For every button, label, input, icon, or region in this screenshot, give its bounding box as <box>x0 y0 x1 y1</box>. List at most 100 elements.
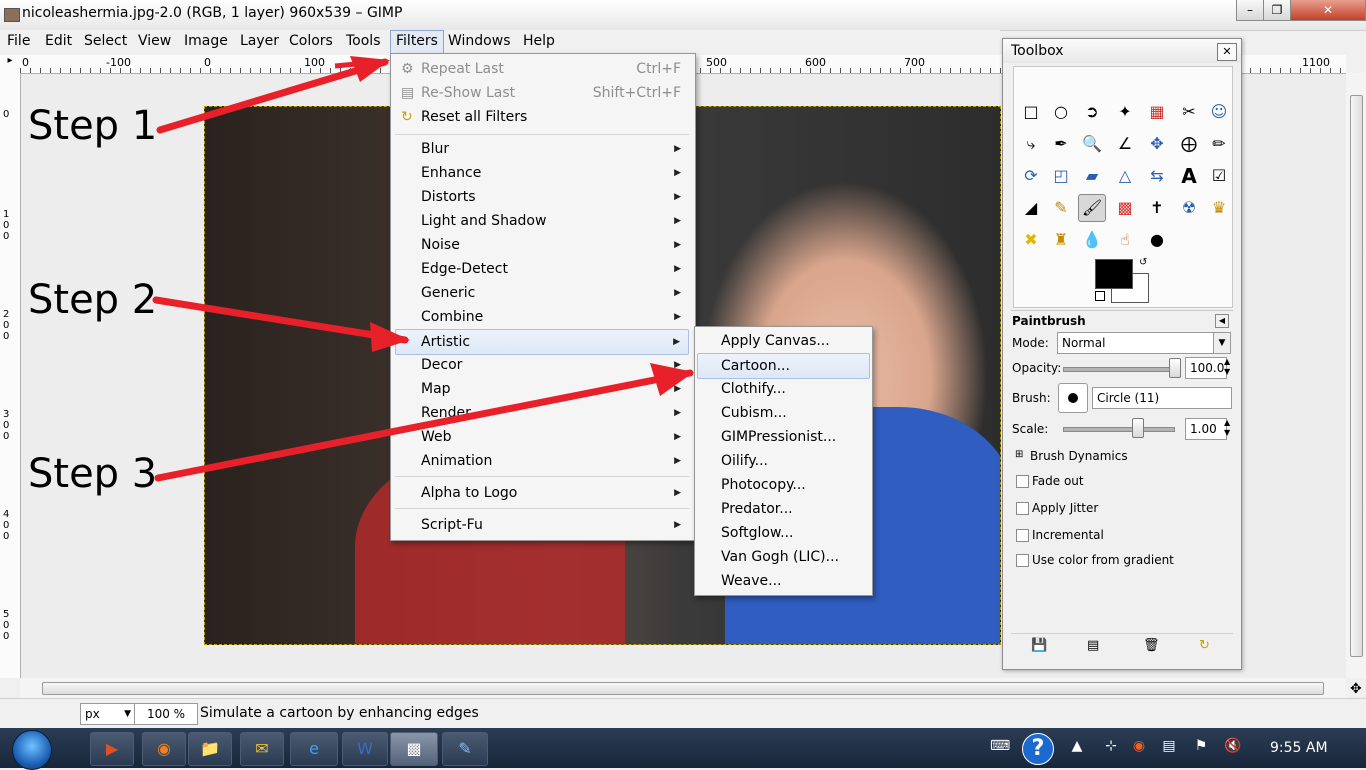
folder-icon[interactable]: ✉ <box>240 732 284 766</box>
menu-edit[interactable]: Edit <box>40 30 77 52</box>
menu-item-oilify[interactable]: Oilify... <box>697 449 870 473</box>
menu-item-apply-canvas[interactable]: Apply Canvas... <box>697 329 870 353</box>
heal-icon[interactable]: ✖ <box>1018 227 1044 253</box>
restore-options-icon[interactable]: ▤ <box>1087 638 1099 653</box>
menu-item-edge-detect[interactable]: Edge-Detect ▶ <box>395 257 689 281</box>
spin-arrows-icon[interactable]: ▲ ▼ <box>1224 418 1230 438</box>
smudge-icon[interactable]: ☝ <box>1112 227 1138 253</box>
measure-icon[interactable]: ∠ <box>1112 131 1138 157</box>
start-button[interactable] <box>12 730 52 770</box>
menu-item-alpha-to-logo[interactable]: Alpha to Logo ▶ <box>395 481 689 505</box>
menu-image[interactable]: Image <box>179 30 233 52</box>
menu-layer[interactable]: Layer <box>235 30 284 52</box>
default-colors-icon[interactable] <box>1095 291 1105 301</box>
menu-item-render[interactable]: Render ▶ <box>395 401 689 425</box>
menu-select[interactable]: Select <box>79 30 132 52</box>
menu-item-blur[interactable]: Blur ▶ <box>395 137 689 161</box>
explorer-icon[interactable]: 📁 <box>188 732 232 766</box>
menu-item-animation[interactable]: Animation ▶ <box>395 449 689 473</box>
menu-help[interactable]: Help <box>518 30 560 52</box>
menu-item-predator[interactable]: Predator... <box>697 497 870 521</box>
mode-select[interactable]: Normal ▼ <box>1057 332 1231 354</box>
minimize-button[interactable]: – <box>1236 0 1264 21</box>
media-player-icon[interactable]: ▶ <box>90 732 134 766</box>
rotate-icon[interactable]: ⟳ <box>1018 163 1044 189</box>
horizontal-scroll-thumb[interactable] <box>42 682 1324 695</box>
menu-tools[interactable]: Tools <box>341 30 386 52</box>
menu-item-weave[interactable]: Weave... <box>697 569 870 593</box>
foreground-select-icon[interactable]: ☺ <box>1206 99 1232 125</box>
opacity-slider-track[interactable] <box>1063 367 1175 372</box>
menu-item-photocopy[interactable]: Photocopy... <box>697 473 870 497</box>
clock[interactable]: 9:55 AM <box>1270 740 1328 756</box>
menu-item-map[interactable]: Map ▶ <box>395 377 689 401</box>
scale-icon[interactable]: ◰ <box>1048 163 1074 189</box>
menu-item-clothify[interactable]: Clothify... <box>697 377 870 401</box>
bucket-fill-icon[interactable]: ☑ <box>1206 163 1232 189</box>
close-button[interactable]: ✕ <box>1290 0 1366 21</box>
menu-item-noise[interactable]: Noise ▶ <box>395 233 689 257</box>
vertical-scroll-thumb[interactable] <box>1350 95 1363 657</box>
menu-item-van-gogh[interactable]: Van Gogh (LIC)... <box>697 545 870 569</box>
menu-filters[interactable]: Filters <box>390 30 444 54</box>
menu-item-gimpressionist[interactable]: GIMPressionist... <box>697 425 870 449</box>
spin-arrows-icon[interactable]: ▲ ▼ <box>1224 357 1230 377</box>
incremental-checkbox[interactable] <box>1016 529 1029 542</box>
pencil-icon[interactable]: ✎ <box>1048 195 1074 221</box>
text-icon[interactable]: A <box>1176 163 1202 189</box>
horizontal-scrollbar[interactable] <box>20 678 1346 698</box>
scissors-icon[interactable]: ✂ <box>1176 99 1202 125</box>
menu-item-repeat-last[interactable]: ⚙ Repeat Last Ctrl+F <box>395 57 689 81</box>
paint-icon[interactable]: ✎ <box>442 732 488 766</box>
delete-options-icon[interactable]: 🗑 <box>1143 638 1160 653</box>
unit-select[interactable]: px ▼ <box>80 703 136 725</box>
clone-icon[interactable]: ♛ <box>1206 195 1232 221</box>
align-icon[interactable]: ⨁ <box>1176 131 1202 157</box>
free-select-icon[interactable]: ➲ <box>1079 99 1105 125</box>
firefox-icon[interactable]: ◉ <box>142 732 186 766</box>
device-icon[interactable]: ▤ <box>1160 738 1178 756</box>
eraser-icon[interactable]: ▩ <box>1112 195 1138 221</box>
expander-icon[interactable]: ⊞ <box>1015 449 1023 460</box>
foreground-color-swatch[interactable] <box>1095 259 1133 289</box>
close-icon[interactable]: ✕ <box>1217 43 1237 61</box>
perspective-icon[interactable]: △ <box>1112 163 1138 189</box>
menu-windows[interactable]: Windows <box>443 30 516 52</box>
menu-colors[interactable]: Colors <box>284 30 338 52</box>
airbrush-icon[interactable]: ✝ <box>1144 195 1170 221</box>
brush-preview[interactable] <box>1058 383 1088 413</box>
reset-options-icon[interactable]: ↻ <box>1199 638 1210 653</box>
fuzzy-select-icon[interactable]: ✦ <box>1112 99 1138 125</box>
menu-item-reset-all-filters[interactable]: ↻ Reset all Filters <box>395 105 689 129</box>
network-icon[interactable]: ⊹ <box>1102 738 1120 756</box>
scale-slider-track[interactable] <box>1063 427 1175 432</box>
scale-input[interactable]: 1.00 <box>1185 418 1227 440</box>
crop-icon[interactable]: ✏ <box>1206 131 1232 157</box>
vertical-scrollbar[interactable] <box>1346 73 1366 678</box>
menu-item-web[interactable]: Web ▶ <box>395 425 689 449</box>
rect-select-icon[interactable]: □ <box>1018 99 1044 125</box>
zoom-select[interactable]: 100 % <box>134 703 198 725</box>
volume-icon[interactable]: 🔇 <box>1224 738 1242 756</box>
menu-item-artistic[interactable]: Artistic ▶ <box>395 329 689 355</box>
chevron-up-icon[interactable]: ▲ <box>1068 738 1086 756</box>
move-icon[interactable]: ✥ <box>1144 131 1170 157</box>
menu-item-decor[interactable]: Decor ▶ <box>395 353 689 377</box>
color-picker-icon[interactable]: ✒ <box>1048 131 1074 157</box>
blend-icon[interactable]: ◢ <box>1018 195 1044 221</box>
ink-icon[interactable]: ☢ <box>1176 195 1202 221</box>
menu-item-script-fu[interactable]: Script-Fu ▶ <box>395 513 689 537</box>
perspective-clone-icon[interactable]: ♜ <box>1048 227 1074 253</box>
dodge-burn-icon[interactable]: ● <box>1144 227 1170 253</box>
blur-sharpen-icon[interactable]: 💧 <box>1079 227 1105 253</box>
menu-item-cartoon[interactable]: Cartoon... <box>697 353 870 379</box>
avast-icon[interactable]: ◉ <box>1130 738 1148 756</box>
help-icon[interactable]: ? <box>1022 733 1054 765</box>
menu-item-distorts[interactable]: Distorts ▶ <box>395 185 689 209</box>
flag-icon[interactable]: ⚑ <box>1192 738 1210 756</box>
navigate-icon[interactable]: ✥ <box>1350 681 1362 697</box>
ellipse-select-icon[interactable]: ○ <box>1048 99 1074 125</box>
fade-out-checkbox[interactable] <box>1016 475 1029 488</box>
menu-item-cubism[interactable]: Cubism... <box>697 401 870 425</box>
toolbox-titlebar[interactable]: Toolbox ✕ <box>1003 39 1241 63</box>
